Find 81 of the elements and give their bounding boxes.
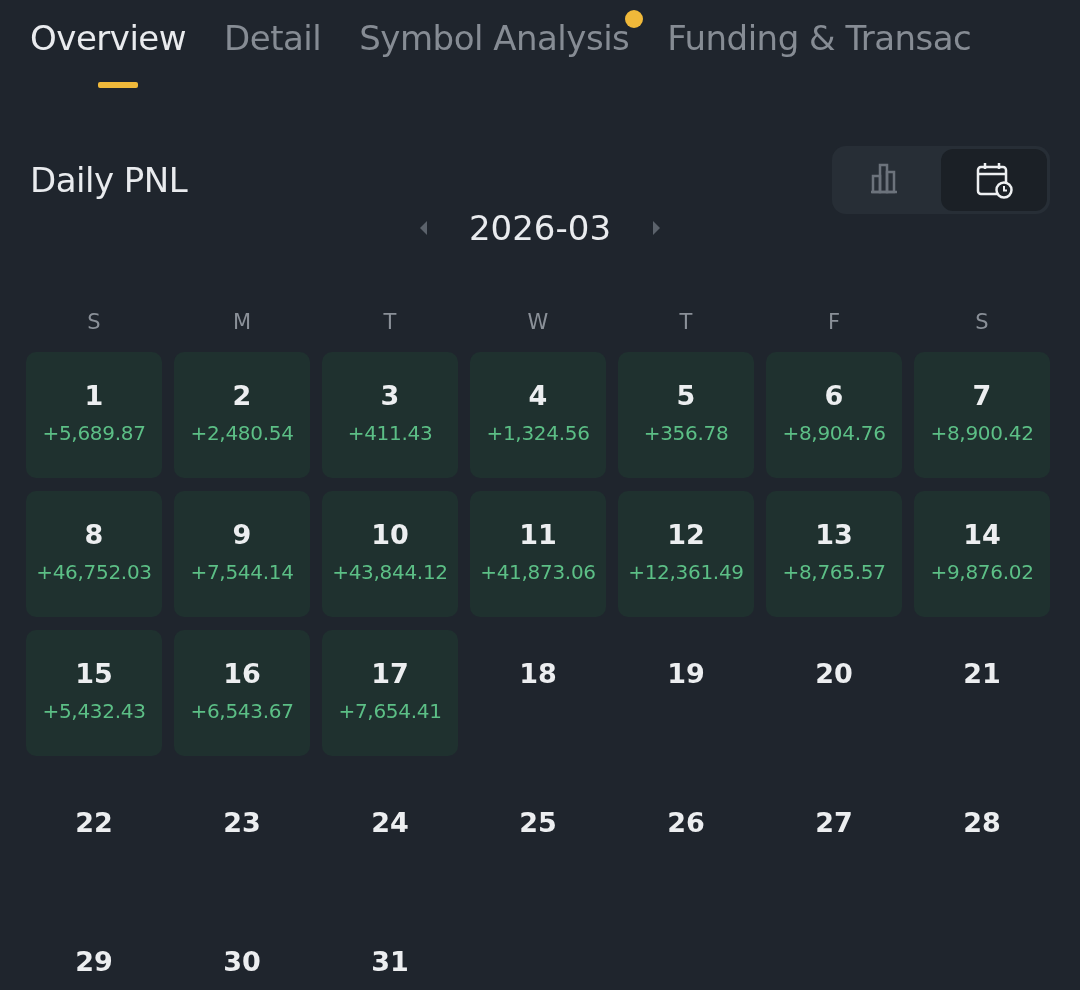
day-cell[interactable]: 1 +5,689.87 <box>26 352 162 478</box>
pnl-value: +5,689.87 <box>42 421 146 445</box>
weekday-label: S <box>974 310 990 334</box>
day-number: 2 <box>232 380 252 411</box>
day-number[interactable]: 26 <box>667 807 705 838</box>
day-number: 9 <box>232 519 252 550</box>
day-number: 6 <box>824 380 844 411</box>
day-number[interactable]: 21 <box>963 658 1001 689</box>
day-cell[interactable]: 13 +8,765.57 <box>766 491 902 617</box>
weekday-label: T <box>382 310 398 334</box>
weekday-label: T <box>678 310 694 334</box>
day-cell[interactable]: 11 +41,873.06 <box>470 491 606 617</box>
day-cell[interactable]: 9 +7,544.14 <box>174 491 310 617</box>
day-number[interactable]: 28 <box>963 807 1001 838</box>
pnl-value: +1,324.56 <box>486 421 590 445</box>
tab[interactable]: Symbol Analysis <box>359 18 630 96</box>
weekday-label: M <box>231 310 253 334</box>
day-number[interactable]: 20 <box>815 658 853 689</box>
day-cell[interactable]: 17 +7,654.41 <box>322 630 458 756</box>
day-number[interactable]: 30 <box>223 946 261 977</box>
month-label: 2026-03 <box>468 208 612 248</box>
pnl-value: +8,904.76 <box>782 421 886 445</box>
pnl-value: +43,844.12 <box>332 560 448 584</box>
day-number: 17 <box>371 658 409 689</box>
day-number: 16 <box>223 658 261 689</box>
day-cell[interactable]: 16 +6,543.67 <box>174 630 310 756</box>
day-number: 15 <box>75 658 113 689</box>
day-number[interactable]: 23 <box>223 807 261 838</box>
pnl-value: +356.78 <box>643 421 729 445</box>
day-number: 14 <box>963 519 1001 550</box>
pnl-value: +2,480.54 <box>190 421 294 445</box>
day-number: 1 <box>84 380 104 411</box>
day-cell[interactable]: 5 +356.78 <box>618 352 754 478</box>
pnl-value: +41,873.06 <box>480 560 596 584</box>
pnl-value: +411.43 <box>347 421 433 445</box>
day-number[interactable]: 22 <box>75 807 113 838</box>
day-cell[interactable]: 6 +8,904.76 <box>766 352 902 478</box>
pnl-value: +8,765.57 <box>782 560 886 584</box>
day-cell[interactable]: 2 +2,480.54 <box>174 352 310 478</box>
day-number[interactable]: 24 <box>371 807 409 838</box>
day-number[interactable]: 25 <box>519 807 557 838</box>
day-number: 5 <box>676 380 696 411</box>
weekday-label: W <box>526 310 550 334</box>
day-cell[interactable]: 7 +8,900.42 <box>914 352 1050 478</box>
day-number[interactable]: 18 <box>519 658 557 689</box>
day-number: 12 <box>667 519 705 550</box>
pnl-value: +5,432.43 <box>42 699 146 723</box>
day-number[interactable]: 29 <box>75 946 113 977</box>
tab[interactable]: Overview <box>30 18 187 96</box>
day-cell[interactable]: 10 +43,844.12 <box>322 491 458 617</box>
weekday-label: F <box>826 310 842 334</box>
pnl-value: +46,752.03 <box>36 560 152 584</box>
day-cell[interactable]: 8 +46,752.03 <box>26 491 162 617</box>
day-cell[interactable]: 3 +411.43 <box>322 352 458 478</box>
day-number: 13 <box>815 519 853 550</box>
day-number: 8 <box>84 519 104 550</box>
day-number: 3 <box>380 380 400 411</box>
day-number: 11 <box>519 519 557 550</box>
tab[interactable]: Detail <box>224 18 322 96</box>
tab[interactable]: Funding & Transac <box>667 18 972 96</box>
pnl-value: +6,543.67 <box>190 699 294 723</box>
day-cell[interactable]: 12 +12,361.49 <box>618 491 754 617</box>
day-number: 4 <box>528 380 548 411</box>
day-cell[interactable]: 15 +5,432.43 <box>26 630 162 756</box>
pnl-value: +7,544.14 <box>190 560 294 584</box>
pnl-value: +7,654.41 <box>338 699 442 723</box>
day-number: 7 <box>972 380 992 411</box>
pnl-value: +8,900.42 <box>930 421 1034 445</box>
day-cell[interactable]: 14 +9,876.02 <box>914 491 1050 617</box>
day-number: 10 <box>371 519 409 550</box>
calendar-icon <box>975 161 1013 199</box>
pnl-value: +12,361.49 <box>628 560 744 584</box>
pnl-value: +9,876.02 <box>930 560 1034 584</box>
day-number[interactable]: 27 <box>815 807 853 838</box>
day-number[interactable]: 19 <box>667 658 705 689</box>
view-toggle-option[interactable] <box>941 149 1047 211</box>
day-cell[interactable]: 4 +1,324.56 <box>470 352 606 478</box>
tab-indicator <box>98 82 138 88</box>
weekday-label: S <box>86 310 102 334</box>
section-title: Daily PNL <box>30 160 188 200</box>
day-number[interactable]: 31 <box>371 946 409 977</box>
